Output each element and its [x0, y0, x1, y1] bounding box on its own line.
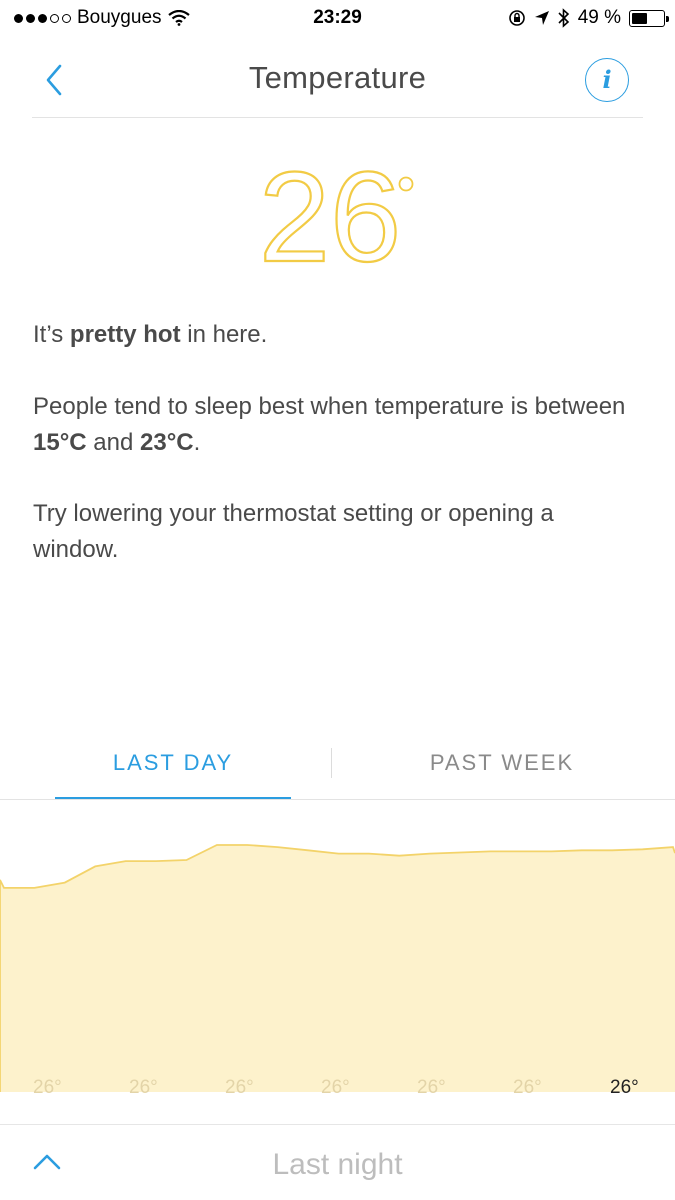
chart-area	[0, 845, 675, 1092]
temperature-chart: 26° 26° 26° 26° 26° 26° 26°	[0, 802, 675, 1098]
tab-divider	[331, 748, 332, 778]
status-bar: Bouygues 23:29 49 %	[0, 0, 675, 36]
battery-percent: 49 %	[577, 7, 621, 28]
temperature-value: 26	[259, 160, 401, 280]
message-text: People tend to sleep best when temperatu…	[33, 393, 626, 420]
page-title: Temperature	[248, 60, 427, 95]
tab-last-day[interactable]: LAST DAY	[23, 750, 323, 776]
chart-tick-label: 26°	[321, 1077, 350, 1098]
message-text: in here.	[180, 321, 268, 348]
temperature-area-chart	[0, 844, 675, 1092]
message-emphasis: pretty hot	[69, 321, 181, 348]
message-text: and	[86, 429, 141, 456]
last-night-button[interactable]: Last night	[0, 1148, 675, 1182]
chart-tick-label: 26°	[513, 1077, 542, 1098]
bluetooth-icon	[558, 8, 569, 28]
temperature-reading: 26	[0, 160, 675, 280]
tab-past-week[interactable]: PAST WEEK	[352, 750, 652, 776]
message-text: .	[193, 429, 201, 456]
range-low: 15°C	[33, 429, 87, 456]
battery-icon	[629, 9, 669, 27]
advice-message: Try lowering your thermostat setting or …	[33, 500, 554, 563]
history-tabs: LAST DAY PAST WEEK	[0, 740, 675, 800]
message-text: It’s	[33, 321, 70, 348]
status-message: It’s pretty hot in here.	[33, 317, 633, 353]
chart-tick-label: 26°	[33, 1077, 62, 1098]
battery-fill	[632, 12, 647, 24]
rotation-lock-icon	[508, 10, 525, 26]
info-icon: i	[602, 65, 612, 94]
chart-tick-label: 26°	[129, 1077, 158, 1098]
status-right: 49 %	[508, 7, 669, 29]
active-tab-indicator	[55, 797, 291, 799]
location-arrow-icon	[534, 11, 549, 25]
chart-tick-label: 26°	[417, 1077, 446, 1098]
range-high: 23°C	[140, 429, 194, 456]
bottom-bar: Last night	[0, 1124, 675, 1200]
degree-symbol	[398, 176, 414, 192]
sleep-range-message: People tend to sleep best when temperatu…	[33, 389, 633, 461]
info-button[interactable]: i	[585, 58, 629, 102]
nav-bar: Temperature i	[32, 40, 643, 118]
chart-current-label: 26°	[610, 1077, 639, 1098]
chart-tick-label: 26°	[225, 1077, 254, 1098]
